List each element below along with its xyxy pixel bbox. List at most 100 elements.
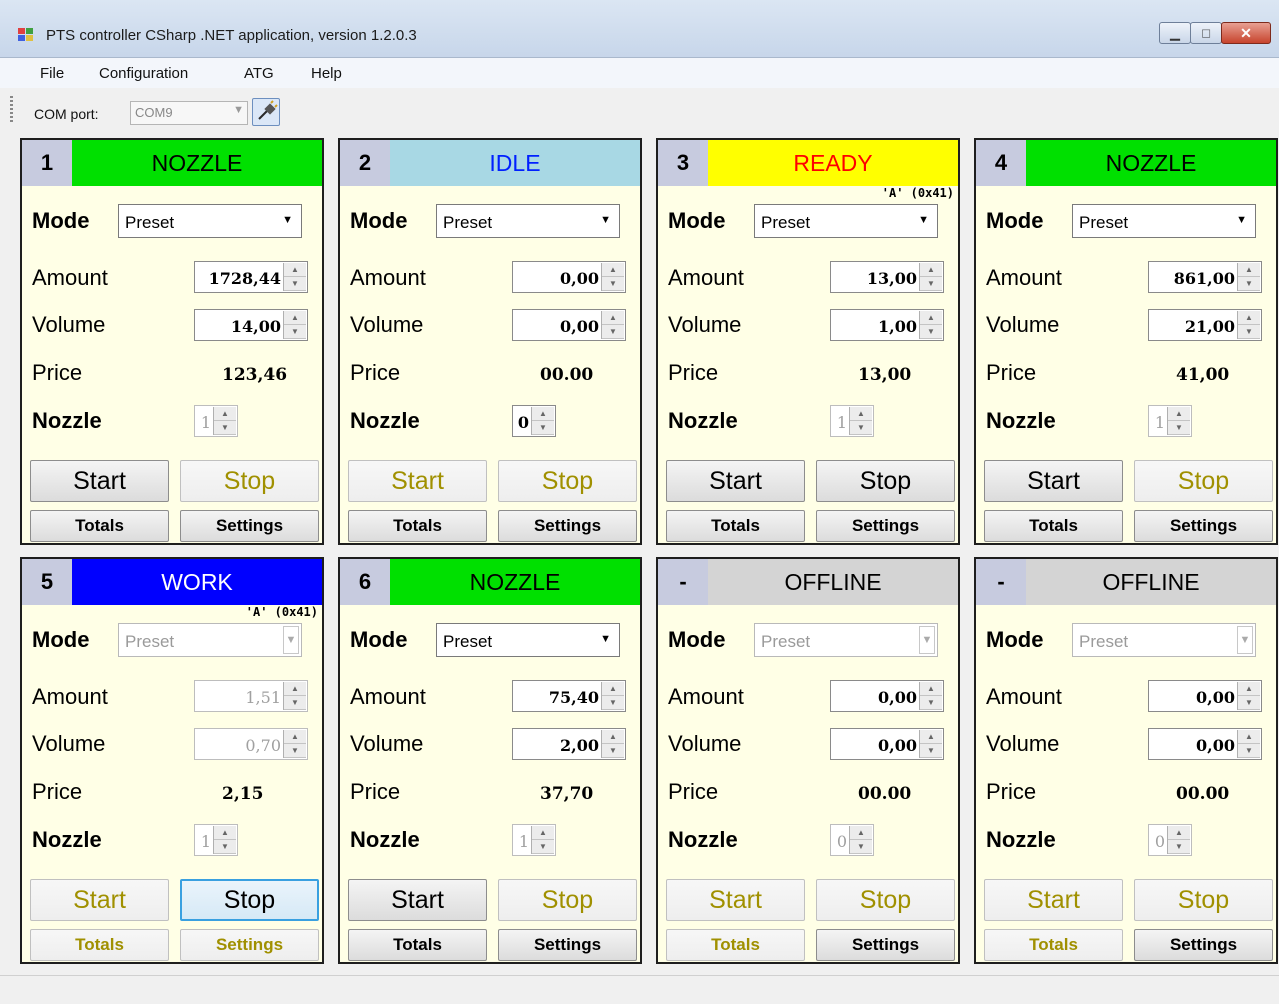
mode-select[interactable]: Preset ▼ bbox=[118, 623, 302, 657]
nozzle-stepper[interactable]: 0 ▲ ▼ bbox=[1148, 824, 1192, 856]
start-button[interactable]: Start bbox=[348, 460, 487, 502]
menu-atg[interactable]: ATG bbox=[244, 65, 274, 82]
nozzle-stepper[interactable]: 1 ▲ ▼ bbox=[194, 824, 238, 856]
menu-help[interactable]: Help bbox=[311, 65, 342, 82]
stepper-buttons[interactable]: ▲ ▼ bbox=[213, 826, 236, 854]
volume-stepper[interactable]: 0,00 ▲ ▼ bbox=[830, 728, 944, 760]
nozzle-stepper[interactable]: 0 ▲ ▼ bbox=[830, 824, 874, 856]
settings-button[interactable]: Settings bbox=[498, 510, 637, 542]
mode-select[interactable]: Preset ▼ bbox=[436, 623, 620, 657]
stepper-buttons[interactable]: ▲ ▼ bbox=[1237, 682, 1260, 710]
start-button[interactable]: Start bbox=[30, 879, 169, 921]
amount-label: Amount bbox=[668, 684, 744, 709]
start-button[interactable]: Start bbox=[30, 460, 169, 502]
totals-button[interactable]: Totals bbox=[666, 510, 805, 542]
stepper-buttons[interactable]: ▲ ▼ bbox=[1237, 311, 1260, 339]
stepper-buttons[interactable]: ▲ ▼ bbox=[601, 311, 624, 339]
stepper-buttons[interactable]: ▲ ▼ bbox=[849, 407, 872, 435]
totals-button[interactable]: Totals bbox=[348, 929, 487, 961]
nozzle-stepper[interactable]: 1 ▲ ▼ bbox=[1148, 405, 1192, 437]
stop-button[interactable]: Stop bbox=[1134, 460, 1273, 502]
settings-button[interactable]: Settings bbox=[1134, 929, 1273, 961]
close-button[interactable]: ✕ bbox=[1221, 22, 1271, 44]
settings-button[interactable]: Settings bbox=[1134, 510, 1273, 542]
amount-stepper[interactable]: 1728,44 ▲ ▼ bbox=[194, 261, 308, 293]
settings-button[interactable]: Settings bbox=[816, 929, 955, 961]
mode-select[interactable]: Preset ▼ bbox=[1072, 623, 1256, 657]
stepper-buttons[interactable]: ▲ ▼ bbox=[601, 682, 624, 710]
settings-button[interactable]: Settings bbox=[816, 510, 955, 542]
stop-button[interactable]: Stop bbox=[498, 460, 637, 502]
stepper-buttons[interactable]: ▲ ▼ bbox=[283, 730, 306, 758]
totals-button[interactable]: Totals bbox=[348, 510, 487, 542]
stepper-buttons[interactable]: ▲ ▼ bbox=[1237, 730, 1260, 758]
settings-button[interactable]: Settings bbox=[180, 929, 319, 961]
volume-stepper[interactable]: 21,00 ▲ ▼ bbox=[1148, 309, 1262, 341]
totals-button[interactable]: Totals bbox=[30, 929, 169, 961]
amount-stepper[interactable]: 861,00 ▲ ▼ bbox=[1148, 261, 1262, 293]
volume-stepper[interactable]: 0,00 ▲ ▼ bbox=[1148, 728, 1262, 760]
totals-button[interactable]: Totals bbox=[30, 510, 169, 542]
amount-stepper[interactable]: 13,00 ▲ ▼ bbox=[830, 261, 944, 293]
amount-stepper[interactable]: 1,51 ▲ ▼ bbox=[194, 680, 308, 712]
minimize-button[interactable]: ▁ bbox=[1159, 22, 1191, 44]
settings-button[interactable]: Settings bbox=[498, 929, 637, 961]
stepper-buttons[interactable]: ▲ ▼ bbox=[531, 407, 554, 435]
stepper-buttons[interactable]: ▲ ▼ bbox=[283, 263, 306, 291]
stepper-buttons[interactable]: ▲ ▼ bbox=[601, 263, 624, 291]
start-button[interactable]: Start bbox=[348, 879, 487, 921]
stop-button[interactable]: Stop bbox=[816, 879, 955, 921]
mode-select[interactable]: Preset ▼ bbox=[1072, 204, 1256, 238]
pump-status: NOZZLE bbox=[72, 140, 322, 186]
totals-button[interactable]: Totals bbox=[984, 929, 1123, 961]
toolbar-grip[interactable] bbox=[10, 96, 13, 122]
stepper-buttons[interactable]: ▲ ▼ bbox=[1167, 407, 1190, 435]
volume-stepper[interactable]: 0,00 ▲ ▼ bbox=[512, 309, 626, 341]
nozzle-stepper[interactable]: 1 ▲ ▼ bbox=[194, 405, 238, 437]
volume-stepper[interactable]: 2,00 ▲ ▼ bbox=[512, 728, 626, 760]
amount-stepper[interactable]: 0,00 ▲ ▼ bbox=[1148, 680, 1262, 712]
amount-stepper[interactable]: 75,40 ▲ ▼ bbox=[512, 680, 626, 712]
stepper-buttons[interactable]: ▲ ▼ bbox=[849, 826, 872, 854]
stepper-buttons[interactable]: ▲ ▼ bbox=[1237, 263, 1260, 291]
com-port-select[interactable]: COM9 ▼ bbox=[130, 101, 248, 125]
connect-button[interactable] bbox=[252, 98, 280, 126]
menu-file[interactable]: File bbox=[40, 65, 64, 82]
stop-button[interactable]: Stop bbox=[498, 879, 637, 921]
mode-select[interactable]: Preset ▼ bbox=[436, 204, 620, 238]
stepper-buttons[interactable]: ▲ ▼ bbox=[919, 263, 942, 291]
totals-button[interactable]: Totals bbox=[984, 510, 1123, 542]
nozzle-stepper[interactable]: 0 ▲ ▼ bbox=[512, 405, 556, 437]
stepper-buttons[interactable]: ▲ ▼ bbox=[283, 311, 306, 339]
stop-button[interactable]: Stop bbox=[180, 879, 319, 921]
nozzle-stepper[interactable]: 1 ▲ ▼ bbox=[512, 824, 556, 856]
stepper-buttons[interactable]: ▲ ▼ bbox=[213, 407, 236, 435]
amount-stepper[interactable]: 0,00 ▲ ▼ bbox=[512, 261, 626, 293]
stepper-buttons[interactable]: ▲ ▼ bbox=[531, 826, 554, 854]
stop-button[interactable]: Stop bbox=[180, 460, 319, 502]
stepper-buttons[interactable]: ▲ ▼ bbox=[919, 311, 942, 339]
volume-stepper[interactable]: 0,70 ▲ ▼ bbox=[194, 728, 308, 760]
mode-select[interactable]: Preset ▼ bbox=[118, 204, 302, 238]
amount-stepper[interactable]: 0,00 ▲ ▼ bbox=[830, 680, 944, 712]
start-button[interactable]: Start bbox=[666, 460, 805, 502]
mode-select[interactable]: Preset ▼ bbox=[754, 204, 938, 238]
nozzle-stepper[interactable]: 1 ▲ ▼ bbox=[830, 405, 874, 437]
stepper-buttons[interactable]: ▲ ▼ bbox=[1167, 826, 1190, 854]
stepper-buttons[interactable]: ▲ ▼ bbox=[919, 730, 942, 758]
totals-button[interactable]: Totals bbox=[666, 929, 805, 961]
stepper-buttons[interactable]: ▲ ▼ bbox=[283, 682, 306, 710]
settings-button[interactable]: Settings bbox=[180, 510, 319, 542]
start-button[interactable]: Start bbox=[984, 460, 1123, 502]
volume-stepper[interactable]: 14,00 ▲ ▼ bbox=[194, 309, 308, 341]
stepper-buttons[interactable]: ▲ ▼ bbox=[919, 682, 942, 710]
start-button[interactable]: Start bbox=[666, 879, 805, 921]
menu-configuration[interactable]: Configuration bbox=[99, 65, 188, 82]
stop-button[interactable]: Stop bbox=[1134, 879, 1273, 921]
maximize-button[interactable]: □ bbox=[1190, 22, 1222, 44]
stop-button[interactable]: Stop bbox=[816, 460, 955, 502]
volume-stepper[interactable]: 1,00 ▲ ▼ bbox=[830, 309, 944, 341]
mode-select[interactable]: Preset ▼ bbox=[754, 623, 938, 657]
start-button[interactable]: Start bbox=[984, 879, 1123, 921]
stepper-buttons[interactable]: ▲ ▼ bbox=[601, 730, 624, 758]
